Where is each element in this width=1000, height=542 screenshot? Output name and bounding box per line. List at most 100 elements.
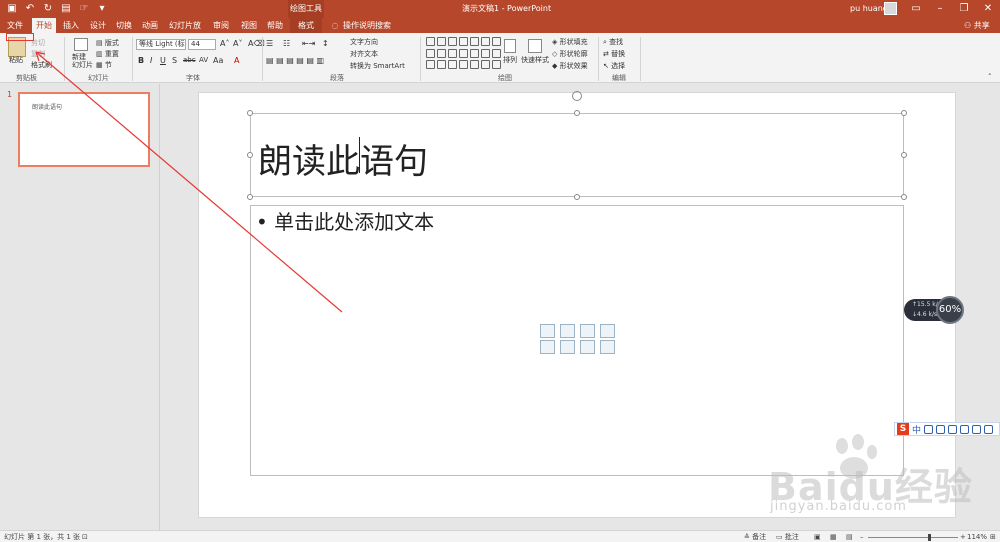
find-button[interactable]: ⌕ 查找	[603, 37, 623, 47]
shape-item[interactable]	[437, 48, 446, 58]
tab-animations[interactable]: 动画	[139, 18, 161, 33]
align-text-button[interactable]: 对齐文本	[350, 49, 378, 59]
shape-item[interactable]	[459, 48, 468, 58]
tab-transitions[interactable]: 切换	[113, 18, 135, 33]
save-icon[interactable]: ▣	[6, 2, 18, 14]
shape-item[interactable]	[437, 60, 446, 70]
emoji-icon[interactable]	[936, 424, 946, 434]
grow-font-icon[interactable]: A˄	[220, 39, 229, 48]
resize-handle[interactable]	[247, 152, 253, 158]
fit-slide-icon[interactable]: ⊞	[990, 531, 996, 542]
new-slide-button[interactable]: 新建 幻灯片	[72, 53, 93, 69]
shape-item[interactable]	[426, 37, 435, 46]
shape-item[interactable]	[492, 60, 501, 70]
italic-icon[interactable]: I	[150, 56, 152, 65]
resize-handle[interactable]	[901, 194, 907, 200]
shape-item[interactable]	[481, 60, 490, 70]
bullets-icon[interactable]: ☰	[266, 39, 273, 48]
normal-view-icon[interactable]: ▣	[814, 531, 821, 542]
resize-handle[interactable]	[247, 194, 253, 200]
change-case-icon[interactable]: Aa	[213, 56, 223, 65]
touch-mode-icon[interactable]: ☞	[78, 2, 90, 14]
font-name-select[interactable]: 等线 Light (标	[136, 39, 186, 50]
shape-item[interactable]	[481, 48, 490, 58]
shape-item[interactable]	[426, 48, 435, 58]
text-direction-button[interactable]: 文字方向	[350, 37, 378, 47]
comments-button[interactable]: ▭ 批注	[776, 531, 799, 542]
punctuation-icon[interactable]	[924, 424, 934, 434]
shape-item[interactable]	[448, 48, 457, 58]
collapse-ribbon-icon[interactable]: ˄	[988, 73, 992, 81]
tab-design[interactable]: 设计	[87, 18, 109, 33]
present-icon[interactable]: ▤	[60, 2, 72, 14]
copy-button[interactable]: 复制	[31, 49, 45, 59]
tab-format[interactable]: 格式	[290, 18, 322, 33]
slide-title[interactable]: 朗读此语句	[258, 134, 428, 183]
resize-handle[interactable]	[901, 152, 907, 158]
smartart-button[interactable]: 转换为 SmartArt	[350, 61, 405, 71]
insert-smartart-icon[interactable]	[580, 324, 595, 338]
shape-fill-button[interactable]: ◈ 形状填充	[552, 37, 588, 47]
shape-item[interactable]	[470, 60, 479, 70]
restore-icon[interactable]: ❐	[954, 0, 974, 18]
shape-item[interactable]	[492, 37, 501, 46]
ribbon-display-icon[interactable]: ▭	[906, 0, 926, 18]
layout-button[interactable]: ▤ 版式	[96, 38, 119, 48]
shape-item[interactable]	[426, 60, 435, 70]
shape-item[interactable]	[448, 37, 457, 46]
minimize-icon[interactable]: –	[930, 0, 950, 18]
insert-3d-model-icon[interactable]	[600, 324, 615, 338]
redo-icon[interactable]: ↻	[42, 2, 54, 14]
shape-item[interactable]	[470, 37, 479, 46]
insert-chart-icon[interactable]	[560, 324, 575, 338]
usage-percent[interactable]: 60%	[936, 296, 964, 324]
ime-toolbar[interactable]: S 中	[894, 422, 1000, 436]
line-spacing-icon[interactable]: ↕	[322, 39, 329, 48]
slide-thumbnail[interactable]: 朗读此语句	[18, 92, 150, 167]
shape-item[interactable]	[492, 48, 501, 58]
bold-icon[interactable]: B	[138, 56, 144, 65]
shape-item[interactable]	[437, 37, 446, 46]
reset-button[interactable]: ▥ 重置	[96, 49, 119, 59]
sogou-logo-icon[interactable]: S	[897, 423, 909, 435]
shape-item[interactable]	[448, 60, 457, 70]
insert-table-icon[interactable]	[540, 324, 555, 338]
numbering-icon[interactable]: ☷	[283, 39, 290, 48]
body-placeholder-text[interactable]: • 单击此处添加文本	[256, 206, 434, 235]
tab-home[interactable]: 开始	[32, 18, 56, 33]
shape-item[interactable]	[481, 37, 490, 46]
indent-icon[interactable]: ⇤⇥	[302, 39, 315, 48]
resize-handle[interactable]	[574, 194, 580, 200]
shapes-gallery[interactable]	[426, 37, 501, 71]
tab-file[interactable]: 文件	[4, 18, 26, 33]
shape-item[interactable]	[470, 48, 479, 58]
font-color-icon[interactable]: A	[234, 56, 239, 65]
insert-icons-icon[interactable]	[600, 340, 615, 354]
resize-handle[interactable]	[574, 110, 580, 116]
undo-icon[interactable]: ↶	[24, 2, 36, 14]
tab-slideshow[interactable]: 幻灯片放映	[166, 18, 204, 45]
tab-help[interactable]: 帮助	[264, 18, 286, 33]
keyboard-icon[interactable]	[960, 424, 970, 434]
paste-button[interactable]: 粘贴	[9, 55, 23, 65]
char-spacing-icon[interactable]: AV	[199, 56, 208, 64]
resize-handle[interactable]	[247, 110, 253, 116]
section-button[interactable]: ▦ 节	[96, 60, 112, 70]
slide-sorter-icon[interactable]: ▦	[830, 531, 837, 542]
quick-styles-icon[interactable]	[528, 39, 542, 53]
tell-me-search[interactable]: 操作说明搜索	[342, 18, 392, 33]
zoom-in-icon[interactable]: +	[960, 531, 966, 542]
shape-effects-button[interactable]: ◆ 形状效果	[552, 61, 588, 71]
notes-button[interactable]: ≙ 备注	[744, 531, 766, 542]
zoom-level[interactable]: 114%	[967, 531, 987, 542]
tab-insert[interactable]: 插入	[60, 18, 82, 33]
shrink-font-icon[interactable]: A˅	[233, 39, 242, 48]
select-button[interactable]: ↖ 选择	[603, 61, 625, 71]
zoom-slider-thumb[interactable]	[928, 534, 931, 541]
customize-qat-icon[interactable]: ▾	[96, 2, 108, 14]
zoom-out-icon[interactable]: –	[860, 531, 864, 542]
insert-video-icon[interactable]	[580, 340, 595, 354]
tab-review[interactable]: 审阅	[210, 18, 232, 33]
user-name[interactable]: pu huang	[850, 0, 888, 18]
shadow-icon[interactable]: S	[172, 56, 177, 65]
